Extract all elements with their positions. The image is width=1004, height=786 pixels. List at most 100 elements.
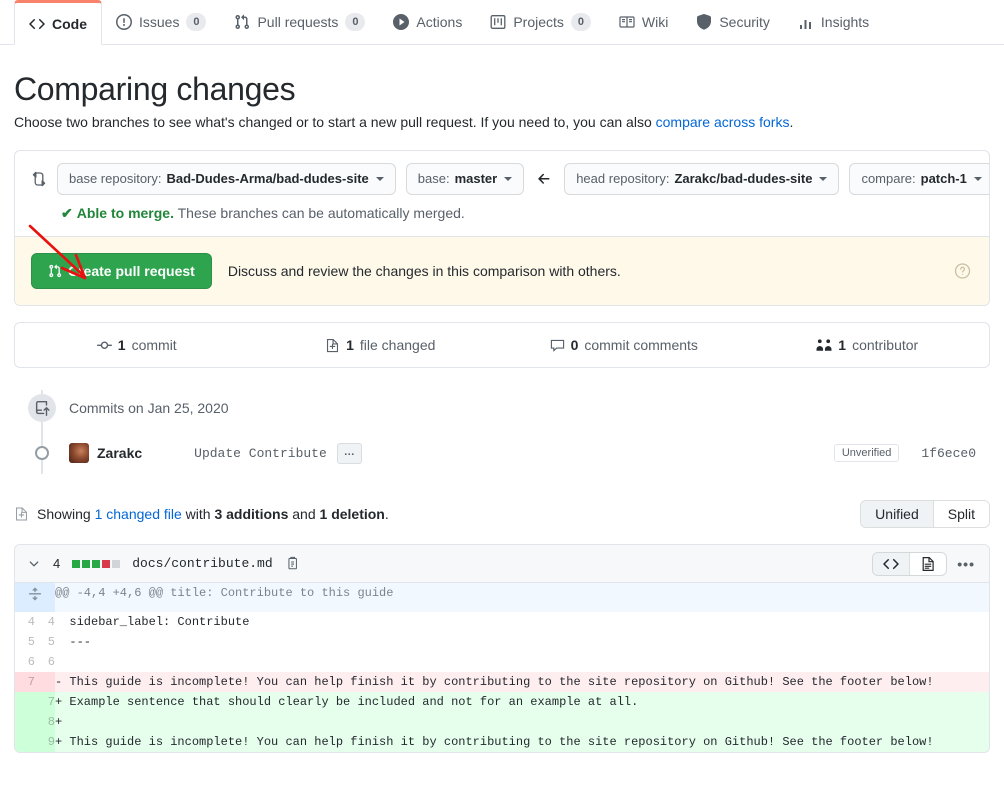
compare-branch-dropdown[interactable]: compare: patch-1	[849, 163, 989, 196]
diff-line-number-new[interactable]: 4	[35, 612, 55, 632]
stat-commits-label: commit	[131, 337, 177, 354]
stat-commit-comments-count: 0	[570, 337, 579, 354]
diff-line-code	[55, 652, 989, 672]
commit-sha[interactable]: 1f6ece0	[921, 446, 976, 461]
view-mode-split[interactable]: Split	[932, 501, 989, 528]
verification-badge[interactable]: Unverified	[833, 444, 900, 463]
comparison-stats-bar: 1 commit 1 file changed 0 commit comment…	[14, 322, 990, 369]
base-branch-value: master	[454, 171, 498, 187]
diffstat-block-add	[92, 559, 101, 568]
subtitle-text-before: Choose two branches to see what's change…	[14, 114, 656, 131]
changed-file-link[interactable]: 1 changed file	[95, 506, 182, 522]
tab-issues-count: 0	[186, 13, 207, 31]
diffstat-block-add	[82, 559, 91, 568]
diff-file-name[interactable]: docs/contribute.md	[132, 556, 272, 571]
copy-path-icon[interactable]	[285, 556, 300, 571]
avatar[interactable]	[69, 443, 89, 464]
diff-summary-text: Showing 1 changed file with 3 additions …	[37, 506, 389, 522]
tab-actions[interactable]: Actions	[379, 0, 476, 44]
chevron-down-icon[interactable]	[27, 557, 41, 571]
diffstat-bar	[72, 559, 121, 568]
compare-icon	[31, 170, 47, 188]
diff-row-addition: 8 +	[15, 712, 989, 733]
stat-commit-comments[interactable]: 0 commit comments	[502, 337, 746, 353]
diff-line-number-old[interactable]	[15, 692, 35, 713]
diff-line-code: + Example sentence that should clearly b…	[55, 692, 989, 713]
diff-line-code: sidebar_label: Contribute	[55, 615, 250, 630]
head-repository-value: Zarakc/bad-dudes-site	[674, 171, 813, 187]
showing-prefix: Showing	[37, 506, 95, 523]
tab-issues[interactable]: Issues 0	[102, 0, 220, 44]
tab-pull-requests-label: Pull requests	[257, 14, 339, 30]
commit-message[interactable]: Update Contribute	[194, 446, 327, 461]
stat-files-changed-label: file changed	[359, 337, 436, 354]
stat-commits[interactable]: 1 commit	[15, 337, 259, 353]
main-content: Comparing changes Choose two branches to…	[0, 70, 1004, 754]
tab-insights[interactable]: Insights	[784, 0, 883, 44]
tab-security[interactable]: Security	[682, 0, 784, 44]
tab-security-label: Security	[719, 14, 770, 30]
file-icon	[920, 556, 936, 572]
diff-view-toggle: Unified Split	[860, 500, 990, 529]
view-file-code-button[interactable]	[873, 552, 910, 575]
stat-commits-count: 1	[117, 337, 126, 354]
diff-line-number-new[interactable]	[35, 672, 55, 693]
diff-line-number-old[interactable]: 5	[15, 632, 35, 652]
diffstat-block-none	[112, 559, 121, 568]
diff-line-number-old[interactable]	[15, 712, 35, 733]
compare-across-forks-link[interactable]: compare across forks	[656, 114, 790, 130]
showing-middle: with	[181, 506, 215, 523]
showing-conjunction: and	[288, 506, 320, 523]
diff-row-context: 4 4 sidebar_label: Contribute	[15, 612, 989, 632]
tab-wiki[interactable]: Wiki	[605, 0, 682, 44]
diff-summary-bar: Showing 1 changed file with 3 additions …	[14, 500, 990, 529]
git-pull-request-icon	[48, 264, 62, 278]
diff-row-context: 6 6	[15, 652, 989, 672]
diff-line-number-old[interactable]: 4	[15, 612, 35, 632]
file-diff-icon	[14, 506, 29, 522]
shield-icon	[696, 14, 712, 30]
diff-line-number-old[interactable]: 6	[15, 652, 35, 672]
diff-line-number-new[interactable]: 8	[35, 712, 55, 733]
diff-file-actions: •••	[872, 551, 977, 576]
diff-file-header: 4 docs/contribute.md •••	[15, 545, 989, 584]
diff-line-number-new[interactable]: 9	[35, 732, 55, 753]
repository-nav: Code Issues 0 Pull requests 0 Actions Pr…	[0, 0, 1004, 45]
branch-selector-row: base repository: Bad-Dudes-Arma/bad-dude…	[15, 151, 989, 205]
base-repository-prefix: base repository:	[69, 171, 162, 187]
diff-line-number-new[interactable]: 6	[35, 652, 55, 672]
repo-push-icon	[28, 394, 56, 423]
compare-branch-prefix: compare:	[861, 171, 916, 187]
diff-line-number-new[interactable]: 5	[35, 632, 55, 652]
diff-line-number-old[interactable]	[15, 732, 35, 753]
commits-date-header: Commits on Jan 25, 2020	[14, 390, 990, 426]
create-pull-request-button[interactable]: Create pull request	[31, 253, 212, 290]
commit-author[interactable]: Zarakc	[97, 445, 142, 461]
hunk-expand-button[interactable]	[15, 583, 55, 613]
page-title: Comparing changes	[14, 71, 296, 107]
tab-code[interactable]: Code	[14, 0, 102, 45]
tab-projects[interactable]: Projects 0	[476, 0, 605, 44]
comment-icon	[550, 338, 565, 353]
kebab-horizontal-icon[interactable]: •••	[957, 556, 977, 572]
merge-status-rest: These branches can be automatically merg…	[173, 205, 465, 222]
issue-icon	[116, 14, 132, 30]
tab-issues-label: Issues	[139, 14, 180, 30]
stat-contributors-label: contributor	[852, 337, 919, 354]
create-pull-request-label: Create pull request	[68, 263, 195, 280]
commit-icon	[96, 338, 112, 353]
base-repository-dropdown[interactable]: base repository: Bad-Dudes-Arma/bad-dude…	[57, 163, 396, 196]
commit-expand-button[interactable]: …	[336, 442, 362, 464]
head-repository-dropdown[interactable]: head repository: Zarakc/bad-dudes-site	[564, 163, 840, 196]
tab-insights-label: Insights	[820, 14, 870, 30]
question-icon[interactable]	[954, 263, 971, 280]
view-mode-unified[interactable]: Unified	[861, 501, 933, 528]
base-branch-dropdown[interactable]: base: master	[405, 163, 525, 196]
tab-pull-requests[interactable]: Pull requests 0	[220, 0, 379, 44]
view-rendered-button[interactable]	[909, 552, 947, 575]
diff-line-number-old[interactable]: 7	[15, 672, 35, 693]
diff-line-code: - This guide is incomplete! You can help…	[55, 672, 989, 693]
stat-files-changed[interactable]: 1 file changed	[259, 337, 503, 353]
diff-line-number-new[interactable]: 7	[35, 692, 55, 713]
stat-contributors[interactable]: 1 contributor	[746, 337, 990, 353]
